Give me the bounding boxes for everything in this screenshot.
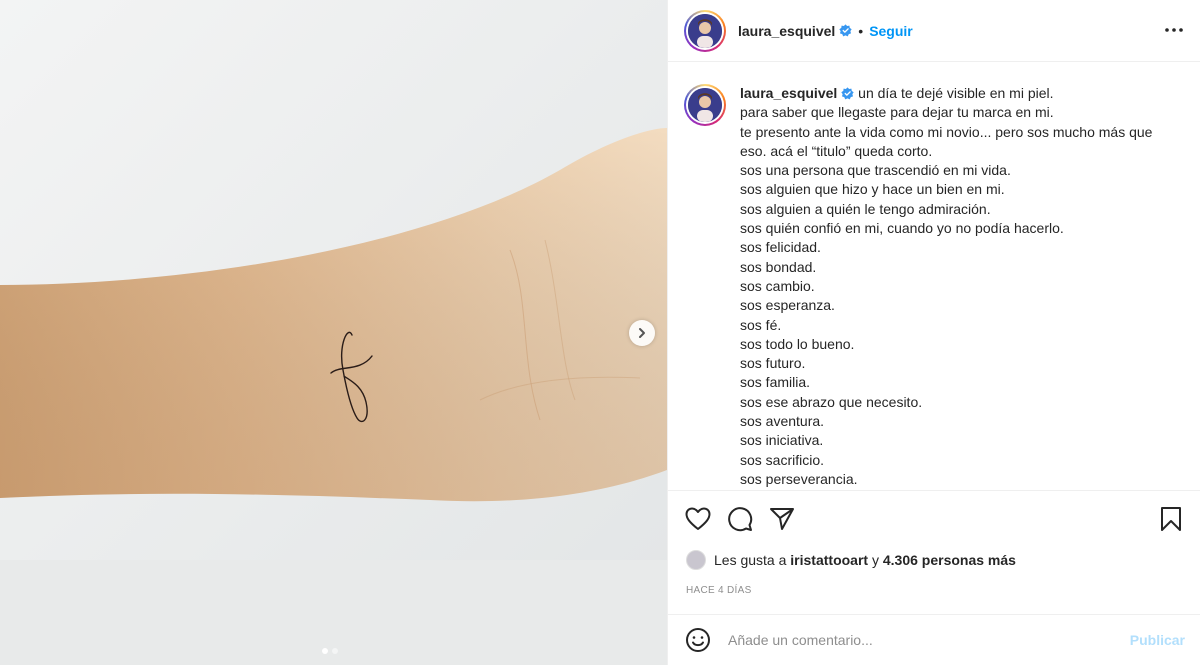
- save-button[interactable]: [1157, 505, 1185, 533]
- publish-button[interactable]: Publicar: [1130, 632, 1185, 648]
- chevron-right-icon: [639, 328, 645, 338]
- follow-button[interactable]: Seguir: [869, 23, 913, 39]
- liker-avatar[interactable]: [686, 550, 706, 570]
- likes-prefix: Les gusta a: [714, 552, 787, 568]
- caption-line: sos todo lo bueno.: [740, 335, 855, 352]
- heart-icon: [685, 507, 711, 530]
- likes-connector: y: [871, 552, 879, 568]
- caption-line: sos alguien que hizo y hace un bien en m…: [740, 181, 1005, 198]
- comment-bubble-icon: [728, 506, 753, 531]
- caption-section[interactable]: laura_esquivel un día te dejé visible en…: [668, 62, 1200, 488]
- tattoo-photo: [0, 0, 667, 665]
- username[interactable]: laura_esquivel: [738, 23, 835, 39]
- caption-avatar[interactable]: [684, 84, 726, 126]
- liker-username[interactable]: iristattooart: [790, 552, 868, 568]
- caption-line: sos cambio.: [740, 277, 815, 294]
- action-bar: [668, 490, 1200, 546]
- caption-line: sos familia.: [740, 374, 811, 391]
- caption-line: sos una persona que trascendió en mi vid…: [740, 162, 1011, 179]
- caption-line: sos bondad.: [740, 258, 817, 275]
- avatar-image: [688, 13, 722, 48]
- caption-line-0: laura_esquivel un día te dejé visible en…: [740, 85, 1054, 101]
- caption-line: sos quién confió en mi, cuando yo no pod…: [740, 220, 1064, 237]
- caption-line: sos ese abrazo que necesito.: [740, 393, 923, 410]
- caption-line: sos futuro.: [740, 355, 806, 372]
- caption-line: sos esperanza.: [740, 297, 835, 314]
- likes-summary[interactable]: Les gusta a iristattooart y 4.306 person…: [686, 550, 1016, 570]
- caption-line: sos alguien a quién le tengo admiración.: [740, 200, 991, 217]
- comment-box: Publicar: [668, 614, 1200, 665]
- verified-badge-icon: [841, 87, 854, 100]
- caption-line: sos sacrificio.: [740, 451, 825, 468]
- caption-line: sos perseverancia.: [740, 470, 858, 487]
- caption-line: te presento ante la vida como mi novio..…: [740, 123, 1153, 140]
- caption-text: laura_esquivel un día te dejé visible en…: [740, 84, 1185, 488]
- likes-others[interactable]: 4.306 personas más: [883, 552, 1016, 568]
- like-button[interactable]: [684, 505, 712, 533]
- separator-dot: •: [858, 22, 864, 39]
- carousel-dot-active: [322, 648, 328, 654]
- bookmark-icon: [1161, 506, 1181, 531]
- next-slide-button[interactable]: [629, 320, 655, 346]
- caption-line: sos aventura.: [740, 413, 825, 430]
- post-date[interactable]: HACE 4 DÍAS: [686, 585, 752, 596]
- comment-input[interactable]: [728, 632, 1130, 648]
- verified-badge-icon: [839, 24, 852, 37]
- smiley-icon: [686, 628, 710, 652]
- carousel-indicator: [322, 648, 338, 654]
- more-options-icon[interactable]: [1164, 20, 1184, 40]
- post-header: laura_esquivel • Seguir: [668, 0, 1200, 62]
- caption-line: para saber que llegaste para dejar tu ma…: [740, 104, 1054, 121]
- caption-line: sos fé.: [740, 316, 782, 333]
- avatar-image: [688, 88, 722, 122]
- share-button[interactable]: [768, 505, 796, 533]
- caption-line: eso. acá el “titulo” queda corto.: [740, 142, 933, 159]
- avatar[interactable]: [684, 9, 726, 52]
- post-sidebar: laura_esquivel • Seguir laura_esquivel u…: [667, 0, 1200, 665]
- comment-button[interactable]: [726, 505, 754, 533]
- caption-line: sos iniciativa.: [740, 432, 824, 449]
- caption-line: sos felicidad.: [740, 239, 821, 256]
- carousel-dot: [332, 648, 338, 654]
- emoji-button[interactable]: [684, 626, 712, 654]
- caption-username[interactable]: laura_esquivel: [740, 85, 837, 101]
- post-media[interactable]: [0, 0, 667, 665]
- paper-plane-icon: [770, 507, 794, 530]
